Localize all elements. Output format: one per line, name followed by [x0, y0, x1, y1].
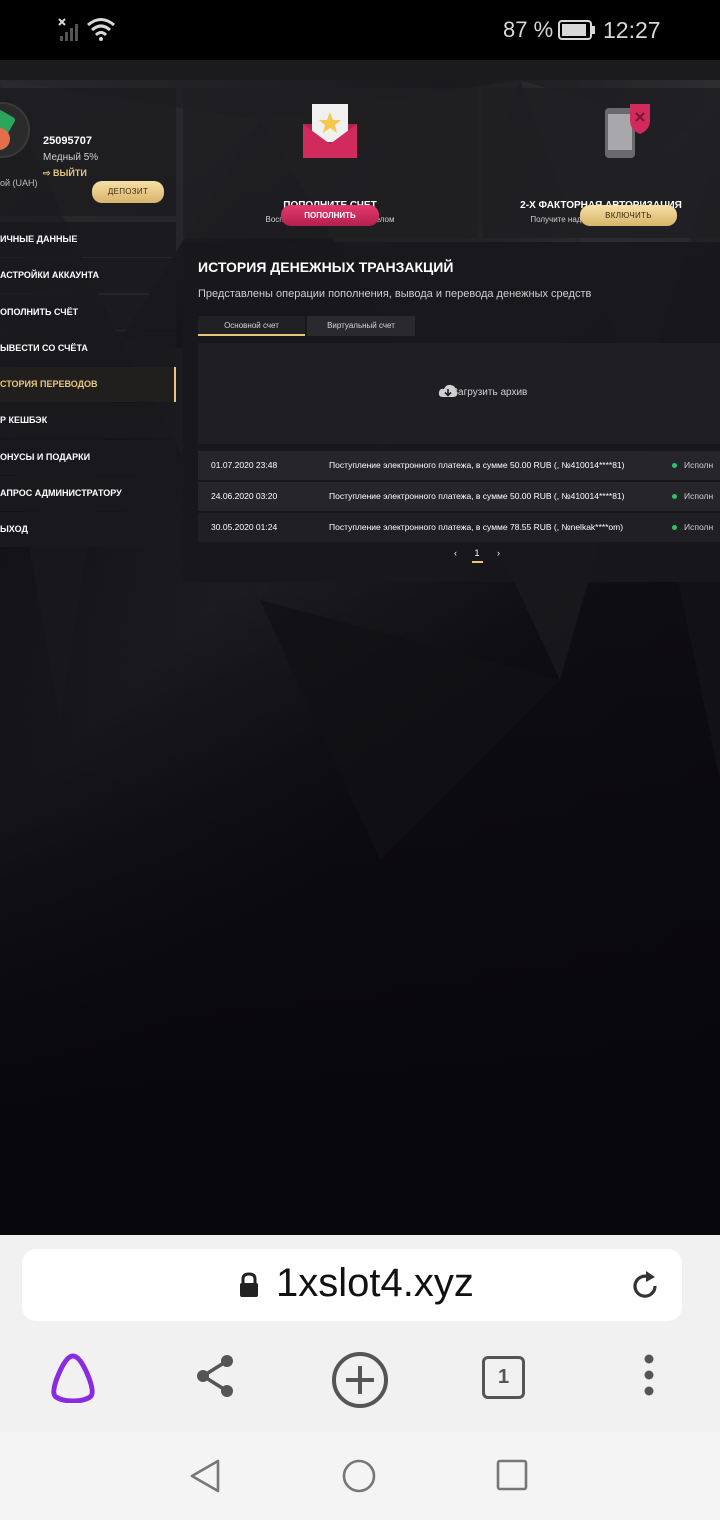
menu-item-account-settings[interactable]: АСТРОЙКИ АККАУНТА — [0, 258, 176, 294]
row-status: Исполн — [684, 460, 714, 470]
browser-address-area: 1xslot4.xyz — [0, 1235, 720, 1335]
menu-item-contact-admin[interactable]: АПРОС АДМИНИСТРАТОРУ — [0, 476, 176, 512]
avatar[interactable] — [0, 102, 30, 158]
transactions-panel: ИСТОРИЯ ДЕНЕЖНЫХ ТРАНЗАКЦИЙ Представлены… — [183, 242, 720, 582]
row-date: 30.05.2020 01:24 — [211, 522, 278, 532]
logout-icon: ⇨ — [43, 168, 54, 178]
table-row: 01.07.2020 23:48 Поступление электронног… — [198, 451, 720, 480]
user-level: Медный 5% — [43, 152, 99, 163]
battery-icon — [558, 20, 595, 40]
account-menu: ИЧНЫЕ ДАННЫЕ АСТРОЙКИ АККАУНТА ОПОЛНИТЬ … — [0, 222, 176, 549]
row-date: 24.06.2020 03:20 — [211, 491, 278, 501]
more-icon[interactable] — [640, 1351, 658, 1399]
status-bar: 87 % 12:27 — [0, 0, 720, 60]
logout-link[interactable]: ⇨ ВЫЙТИ — [43, 168, 87, 179]
row-description: Поступление электронного платежа, в сумм… — [329, 491, 625, 501]
transactions-description: Представлены операции пополнения, вывода… — [198, 288, 592, 300]
menu-item-bonuses[interactable]: ОНУСЫ И ПОДАРКИ — [0, 439, 176, 475]
table-row: 30.05.2020 01:24 Поступление электронног… — [198, 513, 720, 542]
web-page: 25095707 Медный 5% ⇨ ВЫЙТИ ой (UAH) ДЕПО… — [0, 60, 720, 1235]
tab-virtual-account[interactable]: Виртуальный счет — [307, 316, 415, 336]
menu-item-logout[interactable]: ЫХОД — [0, 512, 176, 548]
pager-current-page[interactable]: 1 — [471, 548, 483, 563]
system-navigation-bar — [0, 1432, 720, 1520]
deposit-button[interactable]: ДЕПОЗИТ — [92, 181, 164, 203]
logout-label: ВЫЙТИ — [53, 168, 87, 178]
row-status: Исполн — [684, 522, 714, 532]
lock-icon — [240, 1272, 258, 1297]
currency-label: ой (UAH) — [0, 178, 38, 188]
browser-toolbar: 1 — [0, 1335, 720, 1432]
status-dot — [672, 525, 677, 530]
table-row: 24.06.2020 03:20 Поступление электронног… — [198, 482, 720, 511]
share-icon[interactable] — [193, 1351, 237, 1401]
signal-off-icon — [58, 18, 78, 41]
battery-percent: 87 % — [503, 17, 554, 42]
home-icon[interactable] — [341, 1458, 377, 1494]
menu-item-deposit[interactable]: ОПОЛНИТЬ СЧЁТ — [0, 294, 176, 330]
back-icon[interactable] — [188, 1458, 224, 1494]
enable-2fa-button[interactable]: ВКЛЮЧИТЬ — [580, 205, 677, 226]
alice-icon[interactable] — [46, 1351, 100, 1403]
address-bar[interactable]: 1xslot4.xyz — [22, 1249, 682, 1321]
row-status: Исполн — [684, 491, 714, 501]
menu-item-personal-data[interactable]: ИЧНЫЕ ДАННЫЕ — [0, 222, 176, 257]
row-date: 01.07.2020 23:48 — [211, 460, 278, 470]
phone-shield-icon — [605, 104, 650, 158]
new-tab-icon[interactable] — [331, 1351, 389, 1409]
transactions-title: ИСТОРИЯ ДЕНЕЖНЫХ ТРАНЗАКЦИЙ — [198, 259, 454, 275]
pager-prev-button[interactable]: ‹ — [454, 548, 457, 558]
menu-item-transfer-history[interactable]: СТОРИЯ ПЕРЕВОДОВ — [0, 367, 176, 403]
envelope-star-icon — [303, 104, 357, 158]
pagination: ‹ 1 › — [454, 548, 512, 563]
menu-item-withdraw[interactable]: ЫВЕСТИ СО СЧЁТА — [0, 330, 176, 366]
archive-label: Загрузить архив — [452, 387, 528, 398]
url-text: 1xslot4.xyz — [276, 1261, 474, 1305]
archive-download[interactable]: Загрузить архив — [198, 343, 720, 444]
clock: 12:27 — [603, 17, 661, 43]
status-dot — [672, 494, 677, 499]
site-header-band — [0, 60, 720, 80]
wifi-icon — [87, 18, 115, 41]
status-dot — [672, 463, 677, 468]
reload-icon[interactable] — [629, 1269, 663, 1303]
pager-next-button[interactable]: › — [497, 548, 500, 558]
tab-main-account[interactable]: Основной счет — [198, 316, 305, 336]
tabs-icon[interactable]: 1 — [482, 1356, 525, 1399]
menu-item-cashback[interactable]: Р КЕШБЭК — [0, 403, 176, 439]
row-description: Поступление электронного платежа, в сумм… — [329, 522, 624, 532]
row-description: Поступление электронного платежа, в сумм… — [329, 460, 625, 470]
deposit-cta-button[interactable]: ПОПОЛНИТЬ — [281, 205, 379, 226]
user-id: 25095707 — [43, 135, 92, 147]
recent-apps-icon[interactable] — [495, 1458, 529, 1492]
